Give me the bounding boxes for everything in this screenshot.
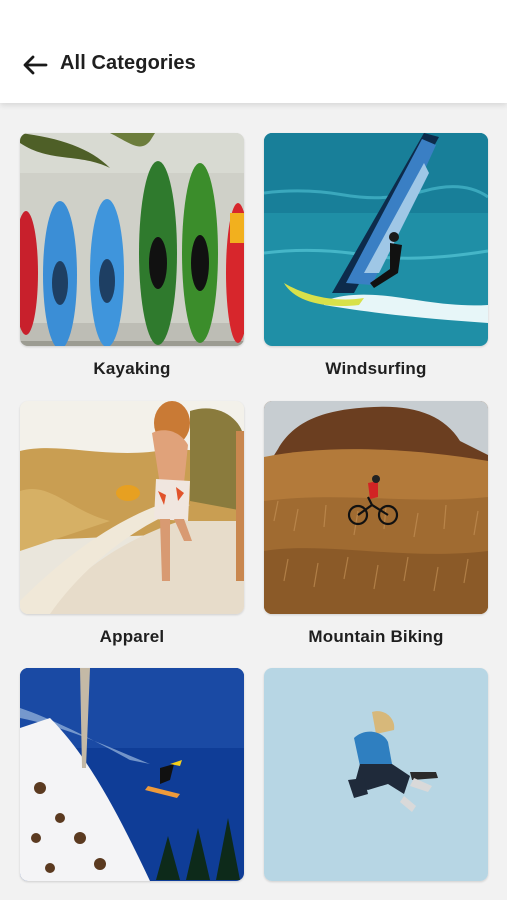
arrow-left-icon: [23, 55, 48, 75]
page-title: All Categories: [60, 52, 196, 74]
category-card-apparel[interactable]: Apparel: [20, 401, 244, 646]
app-header: All Categories: [0, 0, 507, 103]
category-image-snowboarding: [20, 668, 244, 881]
category-card-mountain-biking[interactable]: Mountain Biking: [264, 401, 488, 646]
category-card-windsurfing[interactable]: Windsurfing: [264, 133, 488, 378]
category-image-kayaking: [20, 133, 244, 346]
category-image-skateboarding: [264, 668, 488, 881]
category-label: Windsurfing: [325, 359, 427, 378]
category-image-windsurfing: [264, 133, 488, 346]
back-button[interactable]: [18, 50, 52, 80]
category-label: Kayaking: [93, 359, 171, 378]
category-image-mountain-biking: [264, 401, 488, 614]
category-label: Mountain Biking: [308, 627, 444, 646]
category-label: Apparel: [99, 627, 165, 646]
category-card-skateboarding[interactable]: [264, 668, 488, 881]
category-image-apparel: [20, 401, 244, 614]
category-card-kayaking[interactable]: Kayaking: [20, 133, 244, 378]
category-grid: Kayaking Windsurfing Apparel Mountain Bi…: [0, 103, 507, 900]
category-card-snowboarding[interactable]: [20, 668, 244, 881]
